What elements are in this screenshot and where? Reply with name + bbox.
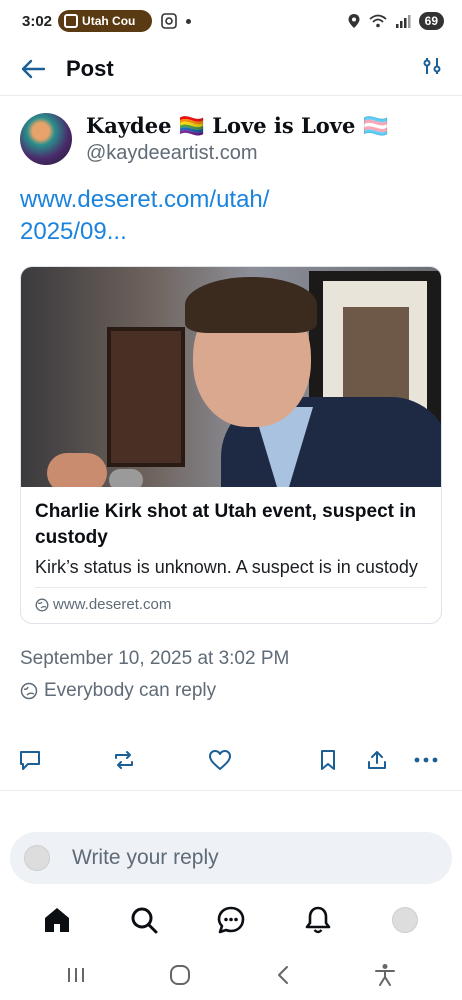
search-icon — [131, 907, 158, 934]
sliders-icon — [423, 58, 441, 74]
bookmark-button[interactable] — [318, 749, 338, 771]
post-timestamp: September 10, 2025 at 3:02 PM — [20, 648, 290, 669]
wifi-icon — [369, 14, 387, 28]
repost-button[interactable] — [112, 749, 136, 771]
link-preview-description: Kirk’s status is unknown. A suspect is i… — [35, 557, 418, 577]
earth-icon — [20, 682, 38, 700]
repost-icon — [115, 751, 133, 769]
more-button[interactable] — [414, 756, 438, 764]
bell-icon — [305, 906, 331, 934]
nav-notifications[interactable] — [296, 898, 340, 942]
speech-bubble-icon — [20, 751, 40, 770]
reply-setting-label: Everybody can reply — [44, 680, 217, 701]
reply-input-placeholder[interactable]: Write your reply — [72, 846, 219, 870]
card-divider — [35, 587, 427, 588]
home-icon — [45, 908, 70, 932]
author-display-name[interactable]: Kaydee 🏳️‍🌈 Love is Love 🏳️‍⚧️ — [86, 112, 389, 140]
app-notification-icon — [64, 14, 79, 28]
reply-composer[interactable]: Write your reply — [10, 832, 452, 884]
link-preview-title: Charlie Kirk shot at Utah event, suspect… — [35, 501, 417, 548]
nav-home[interactable] — [35, 898, 79, 942]
like-button[interactable] — [208, 749, 232, 771]
profile-avatar — [391, 907, 418, 933]
author-row[interactable]: Kaydee 🏳️‍🌈 Love is Love 🏳️‍⚧️ @kaydeear… — [20, 112, 442, 166]
microphone — [109, 469, 143, 487]
author-handle[interactable]: @kaydeeartist.com — [86, 140, 389, 166]
top-app-bar: Post — [0, 42, 462, 96]
notification-chip-label: Utah Cou — [82, 14, 136, 28]
bookmark-icon — [321, 750, 335, 770]
status-time: 3:02 — [22, 12, 53, 30]
portrait-figure — [343, 307, 409, 411]
thread-settings-button[interactable] — [422, 56, 442, 81]
post-actions — [0, 740, 462, 780]
reply-button[interactable] — [18, 749, 42, 771]
person-fist — [47, 453, 107, 487]
notification-chip[interactable]: Utah Cou — [58, 10, 153, 32]
page-title: Post — [66, 55, 114, 81]
post: Kaydee 🏳️‍🌈 Love is Love 🏳️‍⚧️ @kaydeear… — [0, 96, 462, 702]
status-bar: 3:02 Utah Cou 69 — [0, 0, 462, 42]
home-circle-icon[interactable] — [169, 964, 191, 986]
link-preview-domain-text: www.deseret.com — [53, 596, 172, 613]
chat-icon — [217, 906, 245, 934]
bottom-navigation — [0, 890, 462, 950]
link-preview-image — [21, 267, 441, 487]
avatar — [24, 845, 50, 871]
person-hair — [185, 277, 317, 333]
accessibility-icon[interactable] — [374, 963, 396, 987]
signal-icon — [395, 15, 411, 28]
location-icon — [348, 14, 360, 28]
heart-icon — [209, 750, 231, 770]
dot-icon — [186, 18, 192, 24]
nav-search[interactable] — [122, 898, 166, 942]
share-button[interactable] — [366, 749, 388, 771]
avatar[interactable] — [20, 113, 72, 165]
reply-setting[interactable]: Everybody can reply — [20, 680, 442, 702]
back-chevron-icon[interactable] — [275, 965, 291, 985]
system-navigation — [0, 950, 462, 1000]
divider — [0, 790, 462, 791]
globe-icon — [35, 598, 49, 611]
nav-chat[interactable] — [209, 898, 253, 942]
post-link[interactable]: www.deseret.com/utah/ 2025/09... — [20, 184, 340, 248]
recents-icon[interactable] — [66, 966, 86, 984]
screenshot-icon — [161, 13, 177, 29]
link-preview-card[interactable]: Charlie Kirk shot at Utah event, suspect… — [20, 266, 442, 624]
link-preview-domain: www.deseret.com — [35, 596, 427, 613]
ellipsis-icon — [414, 757, 438, 763]
portrait-frame-left — [107, 327, 185, 467]
arrow-left-icon[interactable] — [20, 58, 46, 80]
nav-profile[interactable] — [383, 898, 427, 942]
share-icon — [368, 751, 386, 769]
battery-level: 69 — [418, 12, 444, 30]
